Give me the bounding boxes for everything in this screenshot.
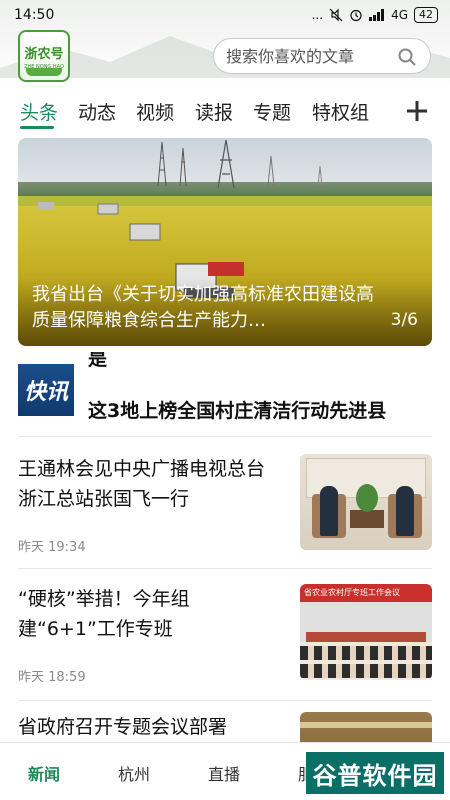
news-time: 昨天 18:59 [18, 670, 86, 685]
search-icon[interactable] [398, 48, 416, 66]
tab-video[interactable]: 视频 [136, 98, 174, 125]
flash-news-ticker[interactable]: 快讯 是 这3地上榜全国村庄清洁行动先进县 [18, 352, 432, 430]
tab-newspaper[interactable]: 读报 [195, 98, 233, 125]
status-bar: 14:50 ... 4G 42 [0, 0, 450, 30]
mute-icon [329, 8, 343, 22]
thumb-person-left [320, 486, 338, 536]
status-icons: ... 4G 42 [312, 7, 438, 23]
news-item-1[interactable]: 王通林会见中央广播电视总台浙江总站张国飞一行 昨天 19:34 [18, 454, 432, 564]
nav-live[interactable]: 直播 [208, 761, 240, 785]
news-headline[interactable]: “硬核”举措！今年组建“6+1”工作专班 [18, 584, 278, 644]
tab-dynamics[interactable]: 动态 [78, 98, 116, 125]
add-channel-icon[interactable] [404, 98, 430, 124]
news-time: 昨天 19:34 [18, 540, 86, 555]
thumb-table [350, 510, 384, 528]
thumb-plant [356, 484, 378, 512]
banner-title: 我省出台《关于切实加强高标准农田建设高质量保障粮食综合生产能力… [32, 284, 374, 331]
banner-page-counter: 3/6 [390, 310, 418, 330]
news-thumbnail[interactable]: 省农业农村厅专班工作会议 [300, 584, 432, 680]
status-time: 14:50 [14, 7, 55, 23]
search-box[interactable] [213, 38, 431, 74]
nav-hangzhou[interactable]: 杭州 [118, 761, 150, 785]
headline-carousel[interactable]: 我省出台《关于切实加强高标准农田建设高质量保障粮食综合生产能力… 3/6 [18, 138, 432, 346]
more-dots-icon: ... [311, 8, 324, 22]
network-type: 4G [391, 8, 408, 22]
news-headline[interactable]: 王通林会见中央广播电视总台浙江总站张国飞一行 [18, 454, 278, 514]
alarm-icon [350, 9, 362, 22]
site-watermark: 谷普软件园 [306, 752, 444, 794]
app-logo[interactable]: 浙农号 ZHE NONG HAO [18, 30, 70, 82]
signal-icon [369, 9, 385, 21]
nav-news[interactable]: 新闻 [28, 761, 60, 785]
news-headline[interactable]: 省政府召开专题会议部署 [18, 712, 278, 742]
app-logo-text: 浙农号 [24, 46, 64, 62]
tab-topics[interactable]: 专题 [253, 98, 291, 125]
divider [18, 568, 432, 569]
battery-level: 42 [414, 7, 438, 23]
news-thumbnail[interactable] [300, 454, 432, 550]
thumb-podium [306, 632, 426, 642]
news-thumbnail[interactable] [300, 712, 432, 742]
divider [18, 436, 432, 437]
power-towers [157, 139, 323, 189]
divider [18, 700, 432, 701]
thumb-audience-row [300, 664, 432, 678]
thumb-audience-row [300, 646, 432, 660]
news-item-3[interactable]: 省政府召开专题会议部署 [18, 712, 432, 742]
active-tab-indicator [20, 126, 54, 129]
thumb-ceiling [300, 722, 432, 728]
thumb-meeting-banner: 省农业农村厅专班工作会议 [300, 584, 432, 602]
flash-prev-text: 是 [88, 352, 108, 370]
search-input[interactable] [226, 46, 386, 66]
channel-tabs: 头条 动态 视频 读报 专题 特权组 [0, 92, 450, 132]
tab-privilege-group[interactable]: 特权组 [312, 98, 369, 125]
news-item-2[interactable]: “硬核”举措！今年组建“6+1”工作专班 昨天 18:59 省农业农村厅专班工作… [18, 584, 432, 694]
logo-green-bar [26, 68, 62, 76]
flash-news-logo: 快讯 [18, 364, 74, 416]
flash-news-text[interactable]: 这3地上榜全国村庄清洁行动先进县 [88, 396, 386, 423]
tab-headlines[interactable]: 头条 [20, 98, 58, 125]
thumb-person-right [396, 486, 414, 536]
